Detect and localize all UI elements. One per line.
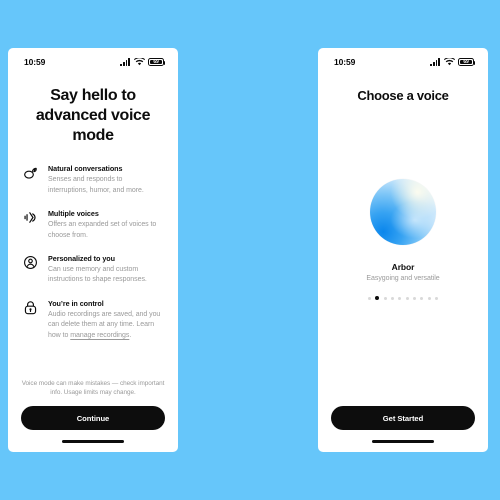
carousel-dot[interactable] [413, 296, 417, 300]
voice-name: Arbor [391, 261, 415, 272]
carousel-dot[interactable] [398, 296, 402, 300]
page-title: Say hello to advanced voice mode [35, 87, 151, 144]
feature-description: Senses and responds to interruptions, hu… [48, 176, 144, 194]
status-bar-time: 10:59 [334, 57, 356, 67]
feature-title: Personalized to you [48, 253, 115, 263]
cellular-signal-icon [430, 58, 440, 66]
feature-item-personalized-to-you: Personalized to you Can use memory and c… [22, 254, 164, 286]
home-indicator-area [8, 430, 178, 452]
status-bar-time: 10:59 [24, 57, 46, 67]
person-circle-icon [22, 255, 38, 271]
status-bar: 10:59 69 [8, 48, 178, 70]
get-started-button[interactable]: Get Started [331, 406, 475, 430]
carousel-dot[interactable] [405, 296, 409, 300]
feature-list: Natural conversations Senses and respond… [8, 146, 178, 341]
feature-description: Offers an expanded set of voices to choo… [48, 221, 157, 239]
lock-icon [22, 300, 38, 316]
feature-description: Can use memory and custom instructions t… [48, 266, 147, 284]
manage-recordings-link[interactable]: manage recordings [70, 332, 129, 339]
home-indicator-area [318, 430, 488, 452]
phone-screen-choose-a-voice: 10:59 69 Choose a voice Arbor Easygoing … [318, 48, 488, 452]
feature-item-natural-conversations: Natural conversations Senses and respond… [22, 164, 164, 196]
phone-screen-advanced-voice-intro: 10:59 69 Say hello to advanced voice mod… [8, 48, 178, 452]
voice-carousel[interactable]: Arbor Easygoing and versatile [318, 103, 488, 406]
wifi-icon [133, 58, 145, 66]
carousel-dot[interactable] [427, 296, 431, 300]
voice-waveform-icon [22, 210, 38, 226]
status-bar-icons: 69 [430, 57, 476, 67]
status-bar-icons: 69 [120, 57, 166, 67]
feature-item-youre-in-control: You’re in control Audio recordings are s… [22, 299, 164, 341]
screen-content: Choose a voice Arbor Easygoing and versa… [318, 70, 488, 452]
carousel-dot[interactable] [420, 296, 424, 300]
cellular-signal-icon [120, 58, 130, 66]
carousel-dot[interactable] [390, 296, 394, 300]
feature-title: Natural conversations [48, 164, 123, 173]
carousel-dot[interactable] [367, 296, 371, 300]
feature-title: Multiple voices [48, 208, 99, 218]
screen-content: Say hello to advanced voice mode Natural… [8, 70, 178, 452]
carousel-dot[interactable] [375, 296, 380, 301]
voice-description: Easygoing and versatile [366, 275, 440, 283]
battery-percentage: 69 [463, 58, 469, 65]
home-indicator[interactable] [372, 439, 434, 443]
wifi-icon [443, 58, 455, 66]
continue-button[interactable]: Continue [21, 406, 165, 430]
page-title: Choose a voice [357, 88, 449, 103]
battery-icon: 69 [148, 57, 166, 67]
carousel-dot[interactable] [383, 296, 387, 300]
feature-title: You’re in control [48, 298, 104, 308]
carousel-page-dots[interactable] [367, 296, 439, 301]
disclaimer-text: Voice mode can make mistakes — check imp… [21, 379, 165, 397]
feature-description-tail: . [129, 331, 132, 339]
feature-item-multiple-voices: Multiple voices Offers an expanded set o… [22, 209, 164, 241]
status-bar: 10:59 69 [318, 48, 488, 70]
battery-percentage: 69 [153, 58, 159, 65]
feature-description: Audio recordings are saved, and you can … [48, 310, 164, 341]
battery-icon: 69 [458, 57, 476, 67]
home-indicator[interactable] [62, 439, 124, 443]
speech-bubbles-icon [22, 165, 38, 181]
carousel-dot[interactable] [435, 296, 439, 300]
voice-orb-icon[interactable] [370, 178, 436, 245]
